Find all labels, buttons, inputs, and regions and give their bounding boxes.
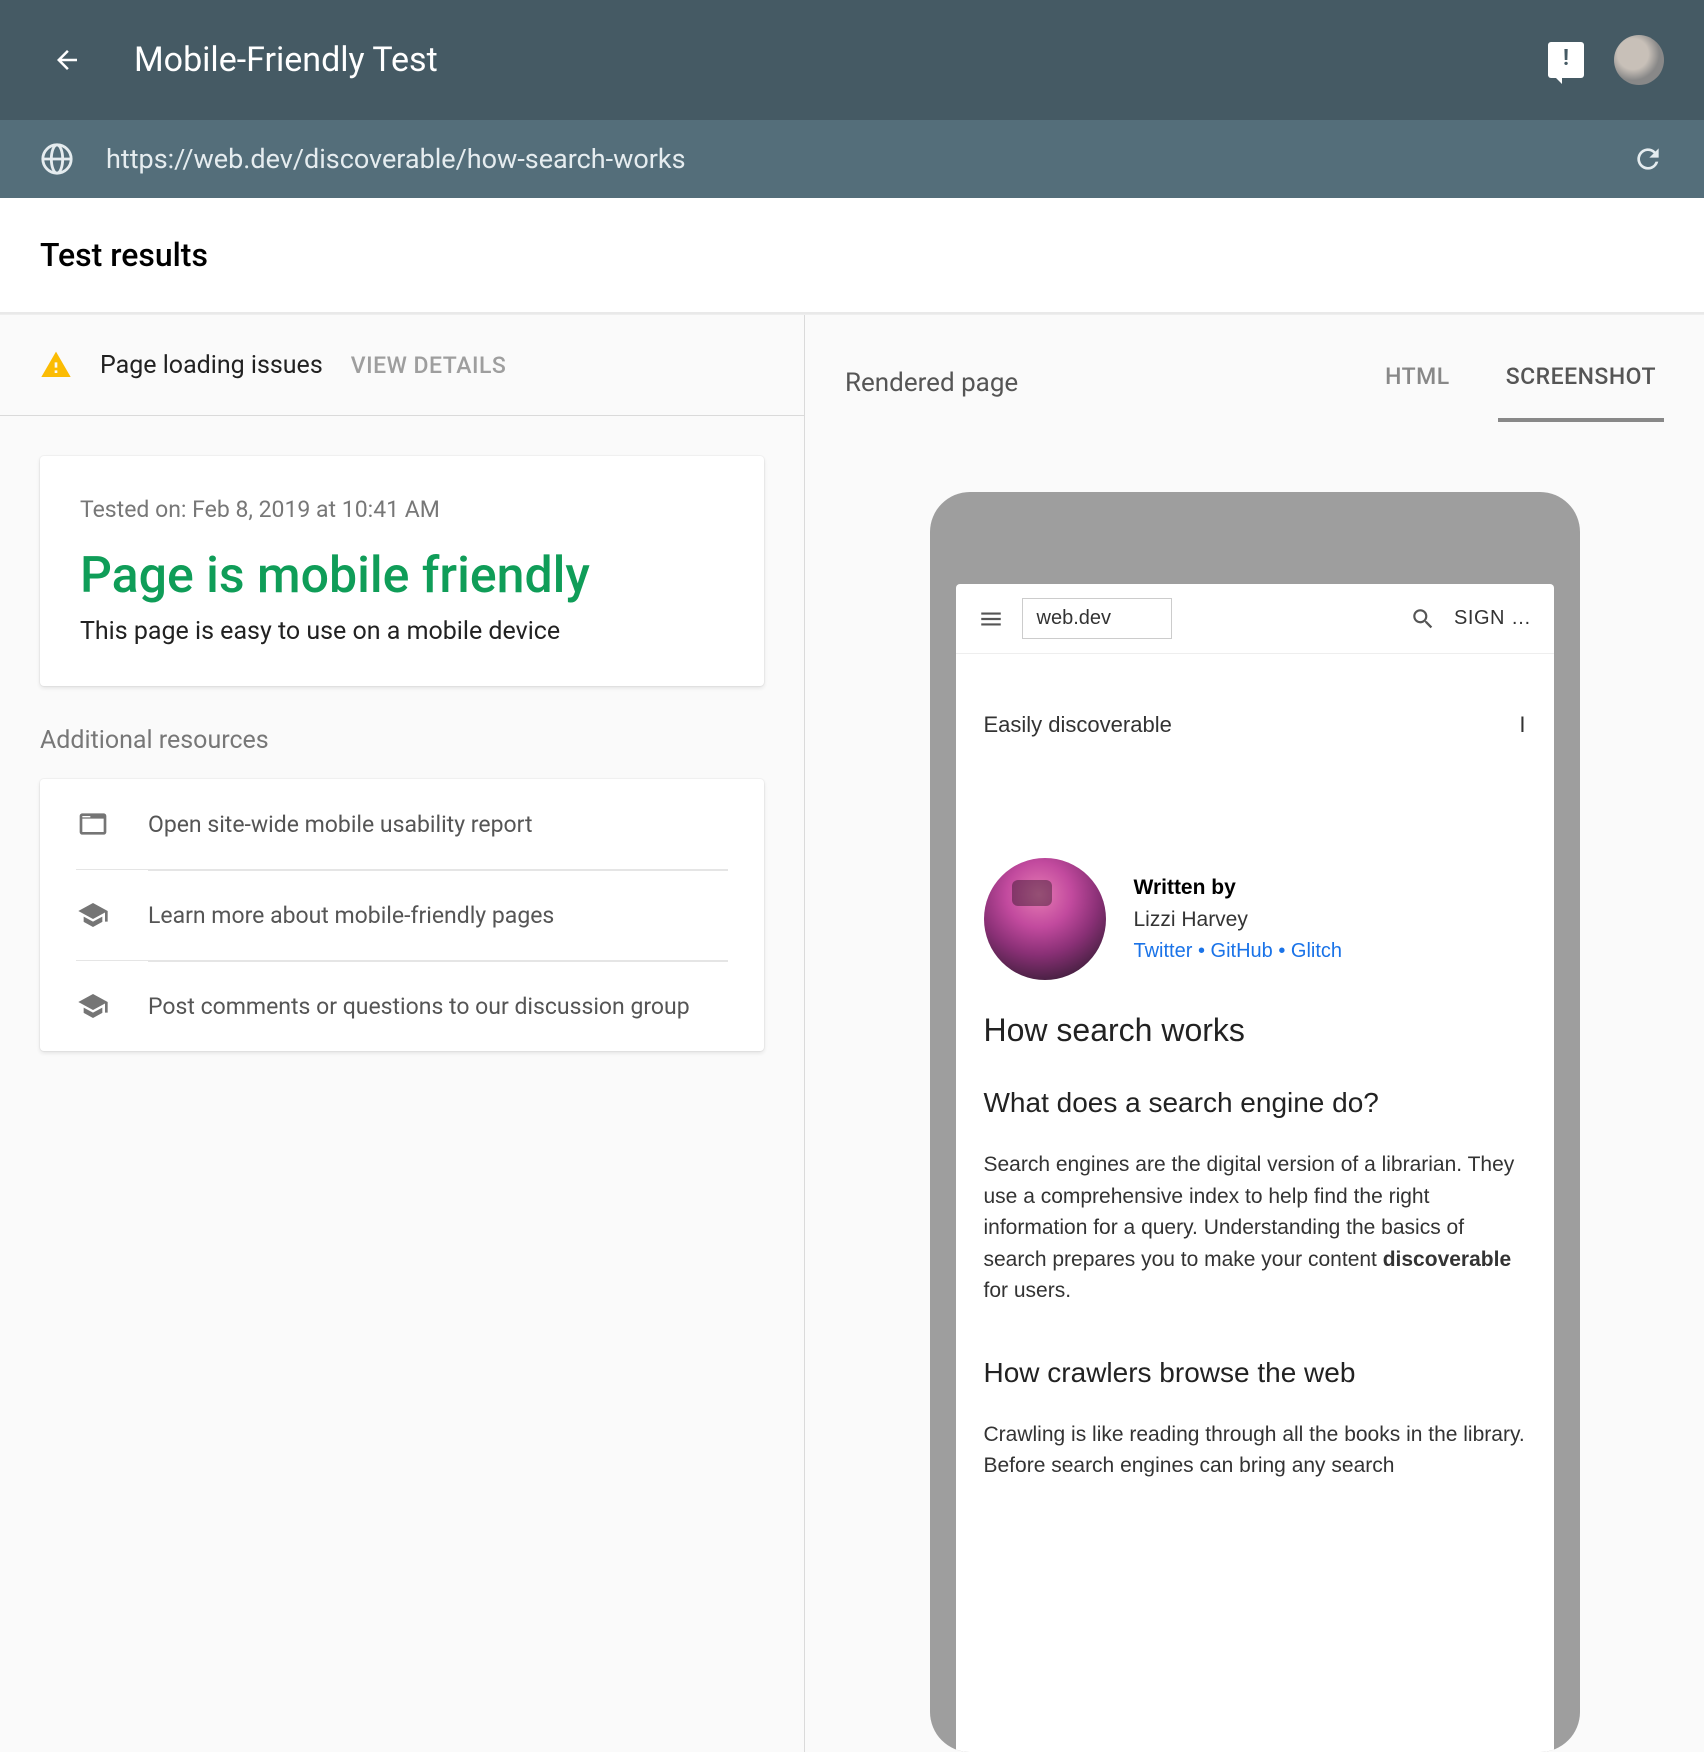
phone-frame: web.dev SIGN … Easily discoverable I [930, 492, 1580, 1752]
link-twitter[interactable]: Twitter [1134, 940, 1193, 962]
resource-label: Learn more about mobile-friendly pages [148, 902, 554, 929]
globe-icon [40, 142, 74, 176]
app-title: Mobile-Friendly Test [134, 40, 1548, 80]
school-icon [76, 989, 110, 1023]
preview-breadcrumb: Easily discoverable I [984, 712, 1526, 738]
author-meta: Written by Lizzi Harvey Twitter • GitHub… [1134, 858, 1343, 980]
author-links: Twitter • GitHub • Glitch [1134, 940, 1343, 963]
refresh-button[interactable] [1632, 143, 1664, 175]
resource-learn-more[interactable]: Learn more about mobile-friendly pages [76, 869, 728, 960]
tab-screenshot[interactable]: SCREENSHOT [1498, 343, 1664, 422]
resource-label: Post comments or questions to our discus… [148, 993, 690, 1020]
url-bar: https://web.dev/discoverable/how-search-… [0, 120, 1704, 198]
left-pane: Page loading issues VIEW DETAILS Tested … [0, 315, 805, 1752]
issues-bar: Page loading issues VIEW DETAILS [0, 315, 804, 416]
written-by-label: Written by [1134, 876, 1343, 900]
phone-preview: web.dev SIGN … Easily discoverable I [805, 422, 1704, 1752]
web-icon [76, 807, 110, 841]
header-actions [1548, 35, 1664, 85]
author-row: Written by Lizzi Harvey Twitter • GitHub… [984, 858, 1526, 980]
article-para1: Search engines are the digital version o… [984, 1149, 1526, 1307]
right-pane: Rendered page HTML SCREENSHOT web.dev SI… [805, 315, 1704, 1752]
back-button[interactable] [40, 33, 94, 87]
resource-label: Open site-wide mobile usability report [148, 811, 532, 838]
header: Mobile-Friendly Test https://web.dev/dis… [0, 0, 1704, 198]
tab-html[interactable]: HTML [1377, 343, 1458, 422]
menu-icon[interactable] [978, 606, 1004, 632]
user-avatar[interactable] [1614, 35, 1664, 85]
header-top: Mobile-Friendly Test [0, 0, 1704, 120]
preview-signin[interactable]: SIGN … [1454, 607, 1531, 630]
view-details-button[interactable]: VIEW DETAILS [351, 352, 507, 379]
article-h2a: What does a search engine do? [984, 1087, 1526, 1119]
issues-label: Page loading issues [100, 351, 323, 380]
verdict-subtitle: This page is easy to use on a mobile dev… [80, 617, 724, 646]
arrow-left-icon [52, 45, 82, 75]
resources-card: Open site-wide mobile usability report L… [40, 779, 764, 1051]
link-glitch[interactable]: Glitch [1291, 940, 1342, 962]
verdict: Page is mobile friendly [80, 547, 724, 605]
preview-topbar: web.dev SIGN … [956, 584, 1554, 654]
tested-on: Tested on: Feb 8, 2019 at 10:41 AM [80, 496, 724, 523]
resource-discussion[interactable]: Post comments or questions to our discus… [76, 960, 728, 1051]
results-heading: Test results [0, 198, 1704, 314]
additional-heading: Additional resources [40, 726, 764, 755]
search-icon[interactable] [1410, 606, 1436, 632]
warning-icon [40, 349, 72, 381]
rendered-page-label: Rendered page [845, 368, 1018, 398]
article-title: How search works [984, 1012, 1526, 1049]
feedback-icon[interactable] [1548, 42, 1584, 78]
result-card: Tested on: Feb 8, 2019 at 10:41 AM Page … [40, 456, 764, 686]
url-input[interactable]: https://web.dev/discoverable/how-search-… [106, 143, 1600, 175]
article-h2b: How crawlers browse the web [984, 1357, 1526, 1389]
main: Page loading issues VIEW DETAILS Tested … [0, 314, 1704, 1752]
author-avatar [984, 858, 1106, 980]
article-para2: Crawling is like reading through all the… [984, 1419, 1526, 1482]
breadcrumb-text: Easily discoverable [984, 712, 1172, 738]
author-name: Lizzi Harvey [1134, 908, 1343, 932]
preview-site-box[interactable]: web.dev [1022, 598, 1172, 639]
phone-screen: web.dev SIGN … Easily discoverable I [956, 584, 1554, 1752]
school-icon [76, 898, 110, 932]
breadcrumb-right: I [1519, 712, 1525, 738]
link-github[interactable]: GitHub [1211, 940, 1273, 962]
tabs: HTML SCREENSHOT [1377, 343, 1664, 422]
right-header: Rendered page HTML SCREENSHOT [805, 315, 1704, 422]
preview-body: Easily discoverable I Written by Lizzi H… [956, 654, 1554, 1562]
resource-usability-report[interactable]: Open site-wide mobile usability report [76, 779, 728, 869]
